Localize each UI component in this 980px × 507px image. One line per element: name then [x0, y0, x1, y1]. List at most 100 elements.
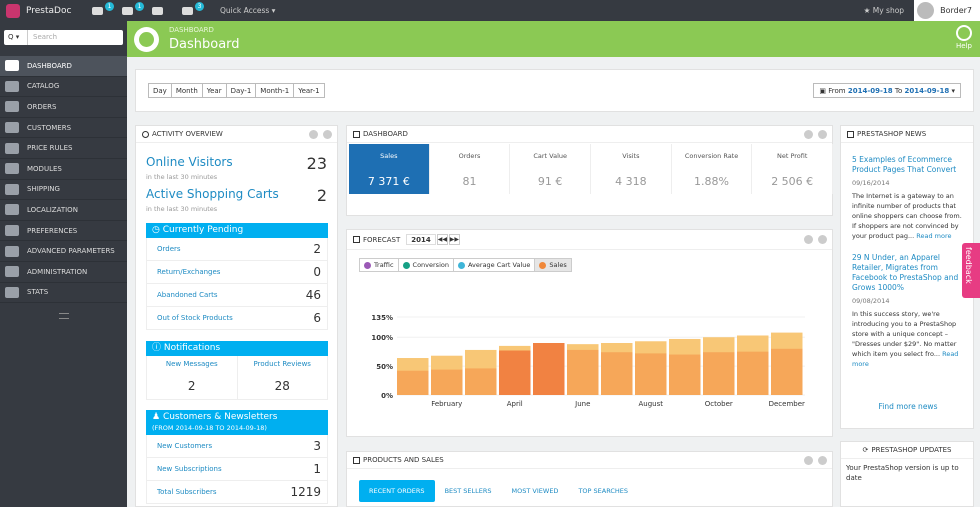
kpi-orders[interactable]: Orders 81 [430, 144, 511, 194]
configure-icon[interactable] [804, 235, 813, 244]
read-more-link[interactable]: Read more [914, 232, 951, 240]
kpi-cart-value[interactable]: Cart Value 91 € [510, 144, 592, 194]
tab-best-sellers[interactable]: BEST SELLERS [435, 480, 502, 502]
breadcrumb[interactable]: DASHBOARD [169, 26, 214, 34]
refresh-icon[interactable] [323, 130, 332, 139]
date-filter-bar: Day Month Year Day-1 Month-1 Year-1 ▣ From 20… [135, 69, 974, 112]
news-title-link[interactable]: 29 N Under, an Apparel Retailer, Migrate… [852, 253, 964, 293]
kpi-visits[interactable]: Visits 4 318 [591, 144, 672, 194]
tab-top-searches[interactable]: TOP SEARCHES [568, 480, 638, 502]
help-button[interactable]: Help [956, 25, 972, 50]
range-button-year[interactable]: Year [201, 83, 227, 98]
quick-access-menu[interactable]: Quick Access ▾ [220, 6, 275, 15]
range-button-month[interactable]: Month [170, 83, 203, 98]
range-button-day-1[interactable]: Day-1 [225, 83, 257, 98]
refresh-icon[interactable] [818, 235, 827, 244]
kpi-net-profit[interactable]: Net Profit 2 506 € [752, 144, 834, 194]
sidebar-item-price-rules[interactable]: PRICE RULES [0, 138, 127, 159]
sidebar-item-label: CATALOG [27, 82, 60, 91]
sidebar-item-label: DASHBOARD [27, 61, 72, 70]
collapse-menu-button[interactable] [0, 303, 127, 329]
cart-icon [92, 6, 103, 15]
x-tick-label: June [574, 400, 590, 408]
feedback-tab[interactable]: feedback [962, 243, 980, 298]
sidebar-item-preferences[interactable]: PREFERENCES [0, 221, 127, 242]
product-reviews-cell[interactable]: Product Reviews 28 [236, 356, 328, 399]
kpi-value: 91 € [537, 175, 563, 188]
currently-pending-title: Currently Pending [162, 225, 244, 235]
puzzle-icon [5, 163, 19, 175]
sidebar-item-administration[interactable]: ADMINISTRATION [0, 262, 127, 283]
cogs-icon [5, 245, 19, 257]
table-row[interactable]: New Customers 3 [146, 435, 328, 458]
configure-icon[interactable] [804, 456, 813, 465]
sidebar-item-modules[interactable]: MODULES [0, 159, 127, 180]
notifications-header: ⓘ Notifications [146, 341, 328, 356]
find-more-news-link[interactable]: Find more news [841, 402, 975, 411]
forecast-panel: FORECAST 2014 ◀◀ ▶▶ Traffic Conversion Ave… [346, 229, 833, 437]
table-row[interactable]: Total Subscribers 1219 [146, 481, 328, 504]
online-visitors-sub: in the last 30 minutes [146, 173, 218, 181]
configure-icon[interactable] [804, 130, 813, 139]
clock-icon [142, 130, 149, 138]
sidebar-item-stats[interactable]: STATS [0, 283, 127, 304]
sidebar-item-catalog[interactable]: CATALOG [0, 77, 127, 98]
next-year-button[interactable]: ▶▶ [448, 234, 460, 245]
panel-heading: ⟳ PRESTASHOP UPDATES [841, 442, 973, 459]
sidebar-item-dashboard[interactable]: DASHBOARD [0, 56, 127, 77]
table-row[interactable]: Orders 2 [146, 238, 328, 261]
new-messages-cell[interactable]: New Messages 2 [147, 356, 237, 399]
search-type-selector[interactable]: Q ▾ [4, 30, 28, 45]
my-shop-link[interactable]: ★ My shop [864, 6, 904, 15]
panel-heading: PRODUCTS AND SALES [347, 452, 832, 469]
sidebar-item-advanced-parameters[interactable]: ADVANCED PARAMETERS [0, 241, 127, 262]
messages-notification[interactable] [152, 4, 170, 18]
customers-newsletters-section: ♟ Customers & Newsletters (FROM 2014-09-… [146, 410, 328, 504]
kpi-conversion-rate[interactable]: Conversion Rate 1.88% [672, 144, 753, 194]
kpi-label: Orders [458, 152, 481, 160]
sidebar-item-customers[interactable]: CUSTOMERS [0, 118, 127, 139]
online-visitors-label[interactable]: Online Visitors [146, 155, 233, 169]
sales-bar [533, 343, 565, 395]
customers-notification[interactable]: 1 [122, 1, 144, 18]
my-shop-label: My shop [872, 6, 905, 15]
credit-card-icon [5, 101, 19, 113]
refresh-icon[interactable] [818, 130, 827, 139]
tab-most-viewed[interactable]: MOST VIEWED [502, 480, 569, 502]
tab-recent-orders[interactable]: RECENT ORDERS [359, 480, 435, 502]
table-row[interactable]: Abandoned Carts 46 [146, 284, 328, 307]
sidebar-item-orders[interactable]: ORDERS [0, 97, 127, 118]
orders-notification[interactable]: 1 [92, 1, 114, 18]
news-item: 5 Examples of Ecommerce Product Pages Th… [852, 155, 964, 241]
x-tick-label: October [705, 400, 733, 408]
news-date: 09/16/2014 [852, 179, 890, 187]
sidebar-item-shipping[interactable]: SHIPPING [0, 180, 127, 201]
refresh-icon[interactable] [818, 456, 827, 465]
kpi-value: 2 506 € [771, 175, 814, 188]
employee-menu[interactable]: Border7 [914, 0, 980, 21]
date-range-picker[interactable]: ▣ From 2014-09-18 To 2014-09-18 ▾ [813, 83, 961, 98]
currently-pending-header: ◷ Currently Pending [146, 223, 328, 238]
range-button-month-1[interactable]: Month-1 [255, 83, 295, 98]
sidebar-item-localization[interactable]: LOCALIZATION [0, 200, 127, 221]
configure-icon[interactable] [309, 130, 318, 139]
kpi-sales[interactable]: Sales 7 371 € [349, 144, 430, 194]
y-tick-label: 135% [371, 314, 393, 322]
active-carts-label[interactable]: Active Shopping Carts [146, 187, 279, 201]
truck-icon [5, 183, 19, 195]
table-row[interactable]: Out of Stock Products 6 [146, 307, 328, 330]
trophy-notification[interactable]: 3 [182, 1, 204, 18]
shop-logo[interactable]: PrestaDoc [0, 0, 86, 21]
user-icon [122, 6, 133, 15]
table-row[interactable]: New Subscriptions 1 [146, 458, 328, 481]
avatar [917, 2, 935, 19]
prestashop-logo-icon [6, 3, 20, 18]
range-button-year-1[interactable]: Year-1 [293, 83, 325, 98]
range-button-day[interactable]: Day [148, 83, 172, 98]
row-label: Out of Stock Products [157, 314, 233, 322]
panel-heading: ACTIVITY OVERVIEW [136, 126, 337, 143]
news-title-link[interactable]: 5 Examples of Ecommerce Product Pages Th… [852, 155, 964, 175]
search-input[interactable]: Search [28, 30, 123, 45]
table-row[interactable]: Return/Exchanges 0 [146, 261, 328, 284]
previous-year-button[interactable]: ◀◀ [436, 234, 448, 245]
